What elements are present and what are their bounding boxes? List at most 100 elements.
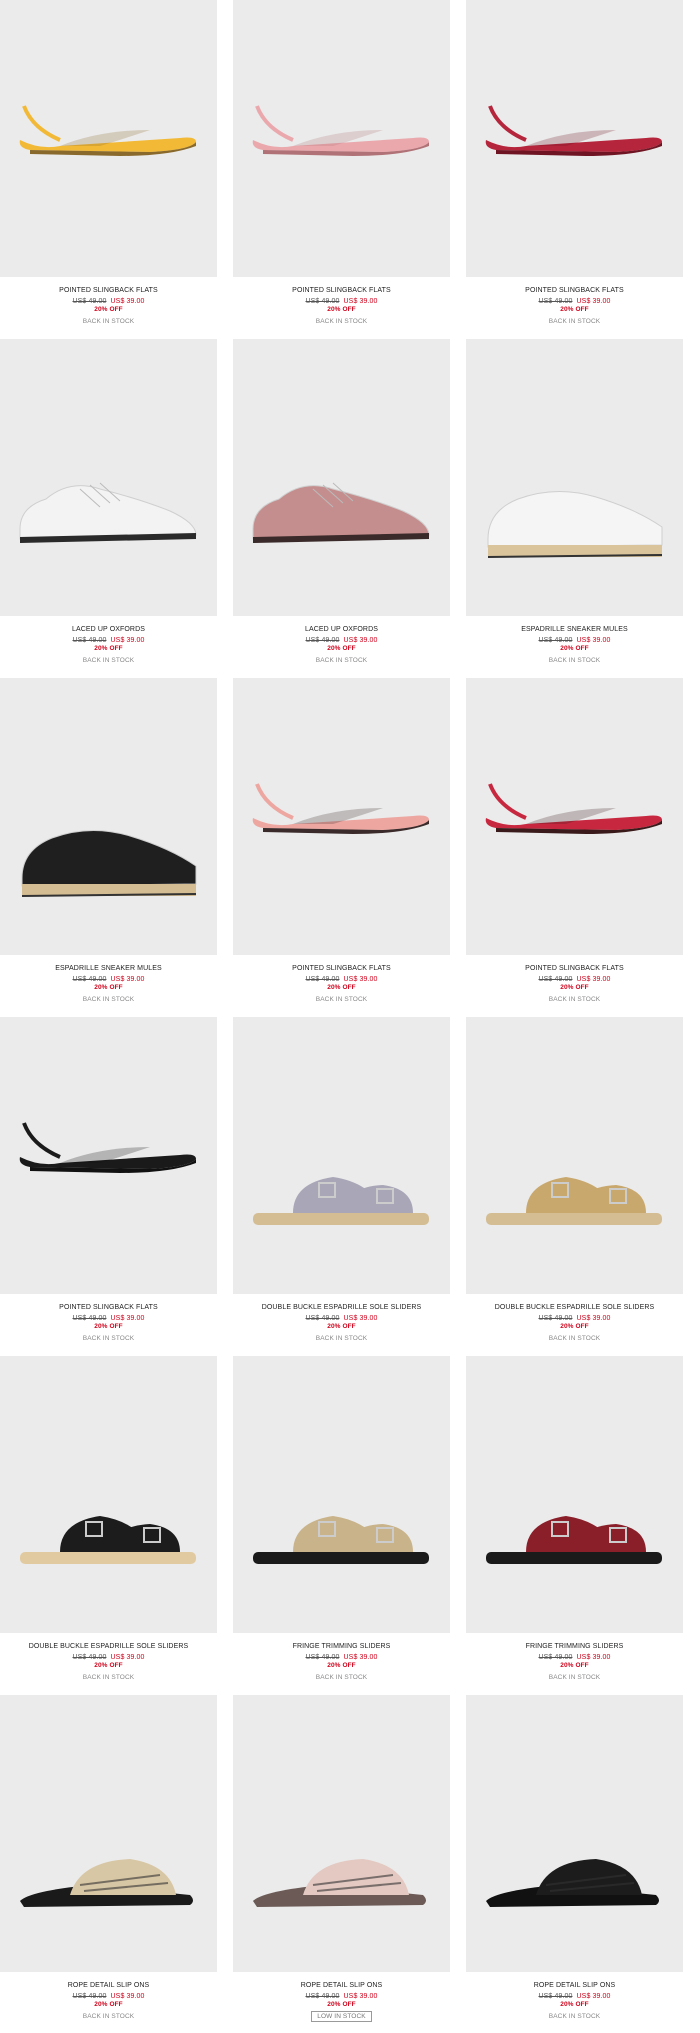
shoe-illustration [21, 829, 197, 897]
shoe-illustration [252, 105, 429, 156]
product-image[interactable] [0, 1695, 217, 1972]
original-price: US$ 49.00 [305, 976, 340, 983]
sale-price: US$ 39.00 [576, 1315, 611, 1322]
product-card[interactable]: DOUBLE BUCKLE ESPADRILLE SOLE SLIDERS US… [233, 1017, 450, 1355]
stock-status: BACK IN STOCK [0, 996, 217, 1003]
original-price: US$ 49.00 [305, 1993, 340, 2000]
stock-label: BACK IN STOCK [315, 657, 368, 664]
sale-price: US$ 39.00 [576, 298, 611, 305]
price-row: US$ 49.00 US$ 39.00 [233, 298, 450, 305]
product-image[interactable] [466, 678, 683, 955]
product-card[interactable]: LACED UP OXFORDS US$ 49.00 US$ 39.00 20%… [233, 339, 450, 677]
shoe-illustration [486, 1516, 662, 1564]
product-info: POINTED SLINGBACK FLATS US$ 49.00 US$ 39… [466, 277, 683, 338]
product-card[interactable]: LACED UP OXFORDS US$ 49.00 US$ 39.00 20%… [0, 339, 217, 677]
product-image[interactable] [233, 678, 450, 955]
product-image[interactable] [466, 1017, 683, 1294]
product-name[interactable]: FRINGE TRIMMING SLIDERS [466, 1643, 683, 1650]
product-card[interactable]: POINTED SLINGBACK FLATS US$ 49.00 US$ 39… [233, 0, 450, 338]
product-image[interactable] [0, 0, 217, 277]
product-name[interactable]: LACED UP OXFORDS [0, 626, 217, 633]
product-info: ROPE DETAIL SLIP ONS US$ 49.00 US$ 39.00… [233, 1972, 450, 2033]
product-image[interactable] [466, 339, 683, 616]
sale-price: US$ 39.00 [110, 1654, 145, 1661]
product-image[interactable] [233, 0, 450, 277]
product-card[interactable]: FRINGE TRIMMING SLIDERS US$ 49.00 US$ 39… [233, 1356, 450, 1694]
product-name[interactable]: ROPE DETAIL SLIP ONS [0, 1982, 217, 1989]
original-price: US$ 49.00 [538, 298, 573, 305]
product-name[interactable]: ROPE DETAIL SLIP ONS [233, 1982, 450, 1989]
product-name[interactable]: POINTED SLINGBACK FLATS [466, 965, 683, 972]
product-card[interactable]: ROPE DETAIL SLIP ONS US$ 49.00 US$ 39.00… [233, 1695, 450, 2033]
stock-label: BACK IN STOCK [548, 657, 601, 664]
stock-status: BACK IN STOCK [233, 318, 450, 325]
product-name[interactable]: POINTED SLINGBACK FLATS [0, 287, 217, 294]
sale-price: US$ 39.00 [110, 298, 145, 305]
discount-badge: 20% OFF [94, 306, 123, 313]
product-image[interactable] [0, 678, 217, 955]
stock-status: BACK IN STOCK [466, 318, 683, 325]
product-image[interactable] [0, 1017, 217, 1294]
price-row: US$ 49.00 US$ 39.00 [233, 1315, 450, 1322]
product-image[interactable] [466, 0, 683, 277]
stock-status: BACK IN STOCK [0, 1335, 217, 1342]
original-price: US$ 49.00 [538, 976, 573, 983]
price-row: US$ 49.00 US$ 39.00 [233, 637, 450, 644]
stock-status: BACK IN STOCK [0, 318, 217, 325]
product-info: ESPADRILLE SNEAKER MULES US$ 49.00 US$ 3… [466, 616, 683, 677]
product-card[interactable]: POINTED SLINGBACK FLATS US$ 49.00 US$ 39… [466, 678, 683, 1016]
price-row: US$ 49.00 US$ 39.00 [466, 1315, 683, 1322]
product-name[interactable]: ESPADRILLE SNEAKER MULES [0, 965, 217, 972]
product-info: FRINGE TRIMMING SLIDERS US$ 49.00 US$ 39… [466, 1633, 683, 1694]
product-card[interactable]: POINTED SLINGBACK FLATS US$ 49.00 US$ 39… [0, 0, 217, 338]
stock-status: BACK IN STOCK [466, 2013, 683, 2020]
product-card[interactable]: ESPADRILLE SNEAKER MULES US$ 49.00 US$ 3… [0, 678, 217, 1016]
sale-price: US$ 39.00 [343, 637, 378, 644]
discount-badge: 20% OFF [94, 984, 123, 991]
product-name[interactable]: POINTED SLINGBACK FLATS [0, 1304, 217, 1311]
product-grid: POINTED SLINGBACK FLATS US$ 49.00 US$ 39… [0, 0, 700, 2022]
product-name[interactable]: DOUBLE BUCKLE ESPADRILLE SOLE SLIDERS [466, 1304, 683, 1311]
product-name[interactable]: POINTED SLINGBACK FLATS [233, 287, 450, 294]
product-name[interactable]: DOUBLE BUCKLE ESPADRILLE SOLE SLIDERS [233, 1304, 450, 1311]
original-price: US$ 49.00 [305, 1654, 340, 1661]
product-card[interactable]: POINTED SLINGBACK FLATS US$ 49.00 US$ 39… [466, 0, 683, 338]
product-image[interactable] [233, 1017, 450, 1294]
product-card[interactable]: ESPADRILLE SNEAKER MULES US$ 49.00 US$ 3… [466, 339, 683, 677]
product-card[interactable]: POINTED SLINGBACK FLATS US$ 49.00 US$ 39… [0, 1017, 217, 1355]
sale-price: US$ 39.00 [576, 1654, 611, 1661]
product-card[interactable]: ROPE DETAIL SLIP ONS US$ 49.00 US$ 39.00… [0, 1695, 217, 2033]
product-image[interactable] [233, 1356, 450, 1633]
product-card[interactable]: DOUBLE BUCKLE ESPADRILLE SOLE SLIDERS US… [0, 1356, 217, 1694]
product-card[interactable]: POINTED SLINGBACK FLATS US$ 49.00 US$ 39… [233, 678, 450, 1016]
product-name[interactable]: POINTED SLINGBACK FLATS [233, 965, 450, 972]
product-name[interactable]: ROPE DETAIL SLIP ONS [466, 1982, 683, 1989]
sale-price: US$ 39.00 [343, 976, 378, 983]
product-image[interactable] [0, 339, 217, 616]
product-image[interactable] [233, 339, 450, 616]
product-info: POINTED SLINGBACK FLATS US$ 49.00 US$ 39… [466, 955, 683, 1016]
product-card[interactable]: FRINGE TRIMMING SLIDERS US$ 49.00 US$ 39… [466, 1356, 683, 1694]
product-card[interactable]: ROPE DETAIL SLIP ONS US$ 49.00 US$ 39.00… [466, 1695, 683, 2033]
sale-price: US$ 39.00 [343, 1654, 378, 1661]
price-row: US$ 49.00 US$ 39.00 [233, 1654, 450, 1661]
product-image[interactable] [233, 1695, 450, 1972]
product-name[interactable]: LACED UP OXFORDS [233, 626, 450, 633]
product-name[interactable]: FRINGE TRIMMING SLIDERS [233, 1643, 450, 1650]
product-name[interactable]: ESPADRILLE SNEAKER MULES [466, 626, 683, 633]
product-image[interactable] [466, 1695, 683, 1972]
product-image[interactable] [0, 1356, 217, 1633]
product-card[interactable]: DOUBLE BUCKLE ESPADRILLE SOLE SLIDERS US… [466, 1017, 683, 1355]
stock-label: BACK IN STOCK [315, 996, 368, 1003]
product-name[interactable]: POINTED SLINGBACK FLATS [466, 287, 683, 294]
stock-status: BACK IN STOCK [233, 1335, 450, 1342]
product-image[interactable] [466, 1356, 683, 1633]
sale-price: US$ 39.00 [576, 976, 611, 983]
stock-label: BACK IN STOCK [548, 1335, 601, 1342]
original-price: US$ 49.00 [72, 298, 107, 305]
stock-status: BACK IN STOCK [233, 996, 450, 1003]
price-row: US$ 49.00 US$ 39.00 [0, 637, 217, 644]
discount-badge: 20% OFF [94, 1323, 123, 1330]
original-price: US$ 49.00 [538, 1993, 573, 2000]
product-name[interactable]: DOUBLE BUCKLE ESPADRILLE SOLE SLIDERS [0, 1643, 217, 1650]
